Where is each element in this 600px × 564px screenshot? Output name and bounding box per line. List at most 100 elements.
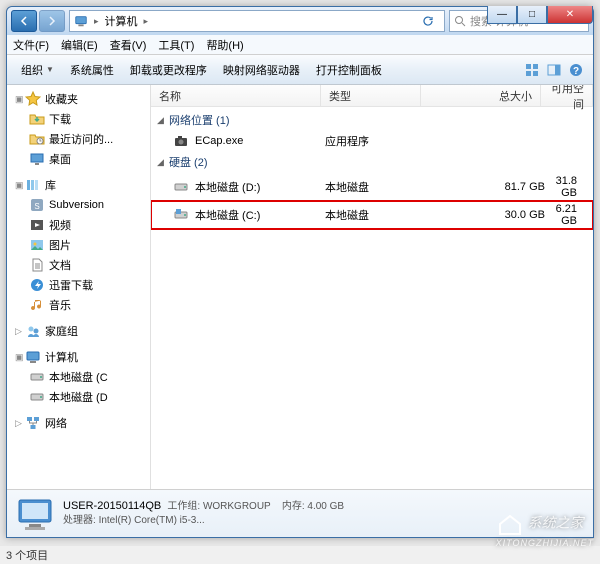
pictures-icon [29, 237, 45, 253]
toolbar-organize[interactable]: 组织▼ [13, 59, 62, 81]
chevron-right-icon: ▸ [142, 16, 151, 27]
chevron-icon: ▣ [15, 94, 25, 105]
sidebar-item[interactable]: 文档 [7, 255, 150, 275]
sidebar-item[interactable]: 视频 [7, 215, 150, 235]
arrow-right-icon [47, 16, 57, 26]
content-group-header[interactable]: ◢硬盘 (2) [151, 151, 593, 173]
refresh-button[interactable] [422, 15, 440, 27]
folder-dl-icon [29, 111, 45, 127]
item-name: 本地磁盘 (C:) [195, 207, 325, 223]
music-icon [29, 297, 45, 313]
network-icon [25, 415, 41, 431]
star-icon [25, 91, 41, 107]
group-label: 网络位置 (1) [169, 112, 230, 128]
sidebar-item-label: 桌面 [49, 151, 71, 167]
desktop-icon [29, 151, 45, 167]
drive-win-icon [173, 207, 189, 223]
sidebar-group-computer[interactable]: ▣计算机 [7, 347, 150, 367]
sidebar-item-label: 最近访问的... [49, 131, 113, 147]
homegroup-icon [25, 323, 41, 339]
navigation-pane: ▣收藏夹下载最近访问的...桌面▣库SSubversion视频图片文档迅雷下载音… [7, 85, 151, 489]
menu-file[interactable]: 文件(F) [13, 37, 49, 53]
xunlei-icon [29, 277, 45, 293]
toolbar-control-panel[interactable]: 打开控制面板 [308, 59, 390, 81]
sidebar-group-network[interactable]: ▷网络 [7, 413, 150, 433]
sidebar-item-label: Subversion [49, 199, 104, 211]
explorer-window: — □ ✕ ▸ 计算机 ▸ 搜索 计算机 文件(F) 编辑(E) [6, 6, 594, 538]
details-info: USER-20150114QB 工作组: WORKGROUP 内存: 4.00 … [63, 499, 344, 527]
details-pane: USER-20150114QB 工作组: WORKGROUP 内存: 4.00 … [7, 489, 593, 537]
sidebar-group-homegroup[interactable]: ▷家庭组 [7, 321, 150, 341]
item-free: 31.8 GB [545, 175, 593, 199]
toolbar: 组织▼ 系统属性 卸载或更改程序 映射网络驱动器 打开控制面板 ? [7, 55, 593, 85]
sidebar-item[interactable]: 本地磁盘 (C [7, 367, 150, 387]
content-group-header[interactable]: ◢网络位置 (1) [151, 109, 593, 131]
svn-icon: S [29, 197, 45, 213]
column-headers: 名称 类型 总大小 可用空间 [151, 85, 593, 107]
arrow-left-icon [19, 16, 29, 26]
sidebar-item[interactable]: 图片 [7, 235, 150, 255]
drive-icon [173, 179, 189, 195]
collapse-icon: ◢ [157, 115, 169, 126]
collapse-icon: ◢ [157, 157, 169, 168]
library-icon [25, 177, 41, 193]
list-item[interactable]: ECap.exe应用程序 [151, 131, 593, 151]
sidebar-group-label: 库 [45, 177, 56, 193]
sidebar-item[interactable]: 桌面 [7, 149, 150, 169]
sidebar-group-label: 网络 [45, 415, 67, 431]
toolbar-uninstall[interactable]: 卸载或更改程序 [122, 59, 215, 81]
item-type: 本地磁盘 [325, 207, 425, 223]
video-icon [29, 217, 45, 233]
sidebar-item[interactable]: S Subversion [7, 195, 150, 215]
sidebar-item[interactable]: 本地磁盘 (D [7, 387, 150, 407]
item-name: 本地磁盘 (D:) [195, 179, 325, 195]
column-size[interactable]: 总大小 [421, 85, 541, 106]
list-item[interactable]: 本地磁盘 (C:)本地磁盘30.0 GB6.21 GB [151, 201, 593, 229]
sidebar-item[interactable]: 下载 [7, 109, 150, 129]
svg-text:?: ? [573, 66, 579, 77]
item-type: 应用程序 [325, 133, 425, 149]
list-item[interactable]: 本地磁盘 (D:)本地磁盘81.7 GB31.8 GB [151, 173, 593, 201]
breadcrumb-item[interactable]: 计算机 [101, 13, 142, 29]
column-type[interactable]: 类型 [321, 85, 421, 106]
menu-tools[interactable]: 工具(T) [158, 37, 194, 53]
sidebar-item[interactable]: 最近访问的... [7, 129, 150, 149]
drive-icon [29, 389, 45, 405]
chevron-icon: ▷ [15, 326, 25, 337]
sidebar-group-library[interactable]: ▣库 [7, 175, 150, 195]
camera-icon [173, 133, 189, 149]
column-name[interactable]: 名称 [151, 85, 321, 106]
view-icon [525, 63, 539, 77]
docs-icon [29, 257, 45, 273]
item-type: 本地磁盘 [325, 179, 425, 195]
help-icon: ? [569, 63, 583, 77]
sidebar-item[interactable]: 音乐 [7, 295, 150, 315]
toolbar-properties[interactable]: 系统属性 [62, 59, 122, 81]
drive-icon [29, 369, 45, 385]
menu-view[interactable]: 查看(V) [110, 37, 147, 53]
minimize-button[interactable]: — [487, 6, 517, 24]
chevron-right-icon: ▸ [92, 16, 101, 27]
menu-bar: 文件(F) 编辑(E) 查看(V) 工具(T) 帮助(H) [7, 35, 593, 55]
svg-text:S: S [34, 202, 39, 211]
help-button[interactable]: ? [565, 59, 587, 81]
back-button[interactable] [11, 10, 37, 32]
close-button[interactable]: ✕ [547, 6, 593, 24]
column-free[interactable]: 可用空间 [541, 85, 593, 106]
forward-button[interactable] [39, 10, 65, 32]
maximize-button[interactable]: □ [517, 6, 547, 24]
view-mode-button[interactable] [521, 59, 543, 81]
sidebar-item[interactable]: 迅雷下载 [7, 275, 150, 295]
toolbar-map-drive[interactable]: 映射网络驱动器 [215, 59, 308, 81]
menu-edit[interactable]: 编辑(E) [61, 37, 98, 53]
menu-help[interactable]: 帮助(H) [206, 37, 243, 53]
sidebar-group-star[interactable]: ▣收藏夹 [7, 89, 150, 109]
sidebar-item-label: 迅雷下载 [49, 277, 93, 293]
sidebar-item-label: 音乐 [49, 297, 71, 313]
preview-pane-button[interactable] [543, 59, 565, 81]
chevron-down-icon: ▼ [46, 65, 54, 74]
address-bar[interactable]: ▸ 计算机 ▸ [69, 10, 445, 32]
computer-large-icon [15, 496, 55, 532]
group-label: 硬盘 (2) [169, 154, 208, 170]
sidebar-item-label: 图片 [49, 237, 71, 253]
